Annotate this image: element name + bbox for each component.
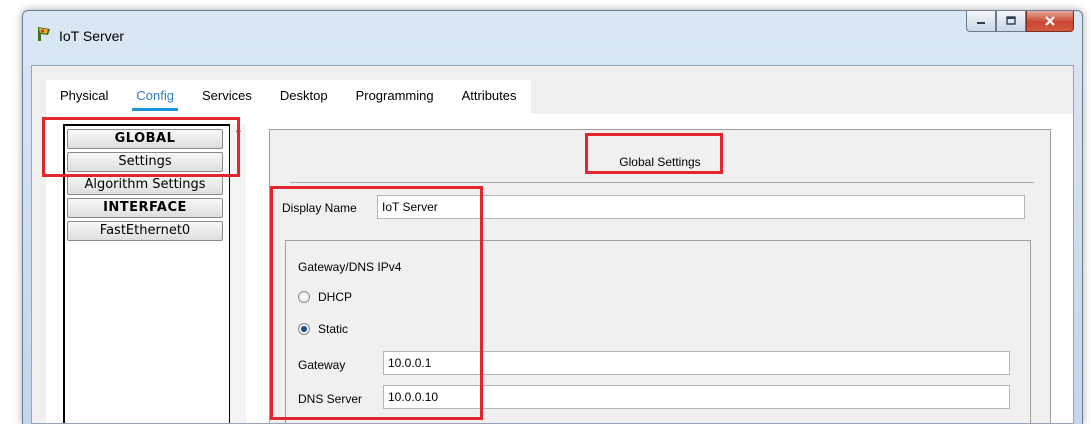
global-settings-panel: Global Settings Display Name IoT Server … xyxy=(269,129,1051,424)
maximize-icon xyxy=(1006,16,1016,25)
minimize-button[interactable] xyxy=(966,11,996,32)
iot-server-window: IoT Server Physical Config Services Desk… xyxy=(22,10,1083,424)
static-label: Static xyxy=(318,322,349,336)
dhcp-radio[interactable] xyxy=(298,291,310,303)
tab-attributes[interactable]: Attributes xyxy=(448,80,531,114)
dns-server-input[interactable]: 10.0.0.10 xyxy=(383,385,1010,409)
tab-services[interactable]: Services xyxy=(188,80,266,114)
tab-physical[interactable]: Physical xyxy=(46,80,122,114)
static-radio[interactable] xyxy=(298,323,310,335)
close-icon xyxy=(1045,16,1055,26)
config-content: GLOBAL Settings Algorithm Settings INTER… xyxy=(46,114,1073,424)
sidebar-item-global[interactable]: GLOBAL xyxy=(67,129,223,149)
window-client: Physical Config Services Desktop Program… xyxy=(31,65,1074,424)
packet-tracer-icon xyxy=(38,27,50,41)
minimize-icon xyxy=(977,22,985,24)
close-button[interactable] xyxy=(1026,11,1074,32)
gateway-input[interactable]: 10.0.0.1 xyxy=(383,351,1010,375)
tab-desktop[interactable]: Desktop xyxy=(266,80,342,114)
tab-config[interactable]: Config xyxy=(122,80,188,114)
scroll-up-icon[interactable]: ▲ xyxy=(234,124,243,134)
gateway-label: Gateway xyxy=(298,358,346,372)
display-name-label: Display Name xyxy=(282,201,357,215)
title-bar[interactable]: IoT Server xyxy=(23,11,1082,65)
maximize-button[interactable] xyxy=(996,11,1026,32)
panel-title: Global Settings xyxy=(619,155,701,169)
tab-programming[interactable]: Programming xyxy=(342,80,448,114)
window-title: IoT Server xyxy=(59,28,125,44)
window-controls xyxy=(966,11,1074,33)
display-name-input[interactable]: IoT Server xyxy=(377,195,1025,219)
sidebar-item-interface[interactable]: INTERFACE xyxy=(67,198,223,218)
sidebar-item-settings[interactable]: Settings xyxy=(67,152,223,172)
gateway-dns-group: Gateway/DNS IPv4 DHCP Static Gateway 10.… xyxy=(285,240,1031,424)
dhcp-label: DHCP xyxy=(318,290,353,304)
tab-bar: Physical Config Services Desktop Program… xyxy=(46,80,531,114)
divider xyxy=(290,182,1034,183)
dns-server-label: DNS Server xyxy=(298,392,363,406)
sidebar-scrollbar[interactable]: ▲ xyxy=(230,124,246,423)
gateway-dns-group-label: Gateway/DNS IPv4 xyxy=(298,260,402,274)
sidebar-item-fastethernet0[interactable]: FastEthernet0 xyxy=(67,221,223,241)
sidebar-item-algorithm-settings[interactable]: Algorithm Settings xyxy=(67,175,223,195)
config-sidebar: GLOBAL Settings Algorithm Settings INTER… xyxy=(63,124,231,423)
